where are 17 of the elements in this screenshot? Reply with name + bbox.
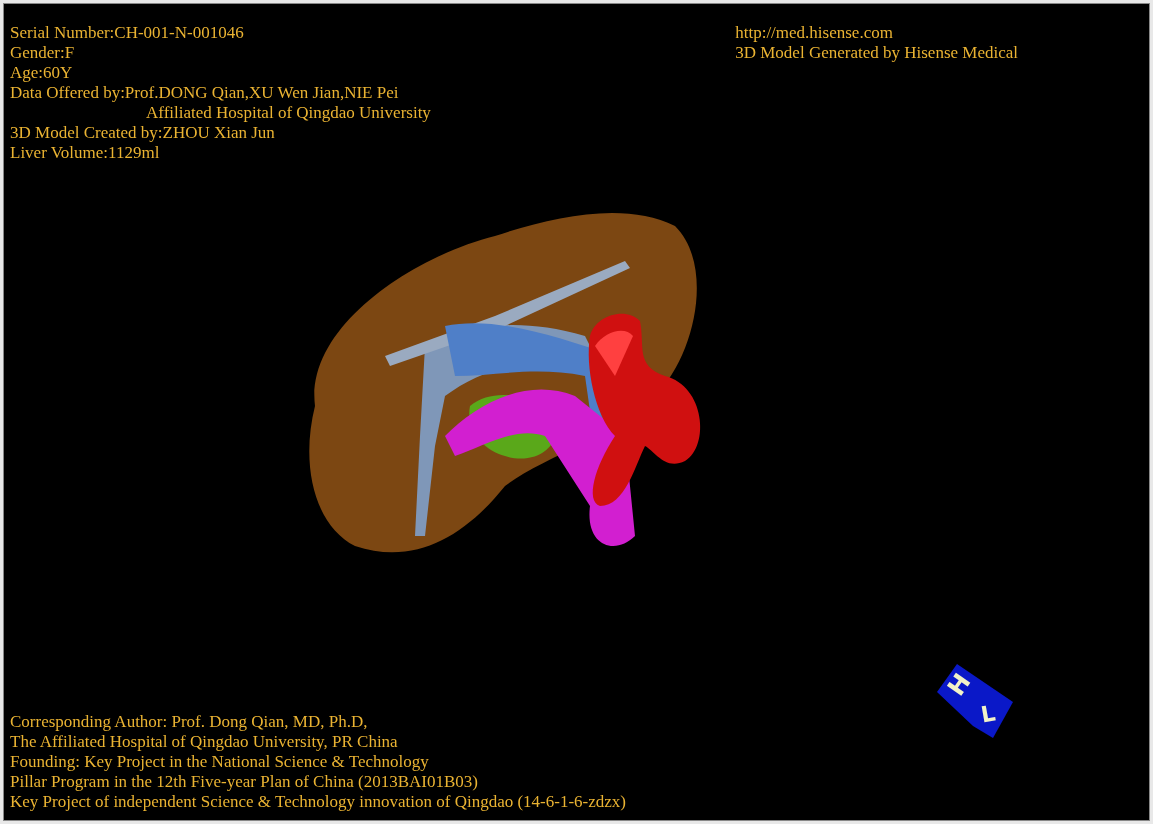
credit-text: The Affiliated Hospital of Qingdao University, PR China xyxy=(10,732,399,752)
website-text: http://med.hisense.com xyxy=(735,23,894,43)
info-text: 3D Model Generated by Hisense Medical xyxy=(735,43,1018,63)
info-text: 3D Model Created by:ZHOU Xian Jun xyxy=(10,123,276,143)
credit-text: Corresponding Author: Prof. Dong Qian, MD, Ph.D, xyxy=(10,712,369,732)
credit-text: Founding: Key Project in the National Science & Technology xyxy=(10,752,430,772)
info-text: Age:60Y xyxy=(10,63,74,83)
info-text: Gender:F xyxy=(10,43,76,63)
info-text: Affiliated Hospital of Qingdao University xyxy=(145,103,431,123)
info-text: Data Offered by:Prof.DONG Qian,XU Wen Jian,NIE Pei xyxy=(10,83,400,103)
credit-text: Pillar Program in the 12th Five-year Plan of China (2013BAI01B03) xyxy=(10,772,479,792)
credit-text: Key Project of independent Science & Technology innovation of Qingdao (14-6-1-6-zdzx) xyxy=(10,792,626,812)
info-text: Serial Number:CH-001-N-001046 xyxy=(10,23,245,43)
cube-label: L xyxy=(979,700,998,728)
orientation-cube-icon[interactable] xyxy=(937,664,1013,738)
info-text: Liver Volume:1129ml xyxy=(10,143,161,163)
cube-label: H xyxy=(941,668,977,701)
